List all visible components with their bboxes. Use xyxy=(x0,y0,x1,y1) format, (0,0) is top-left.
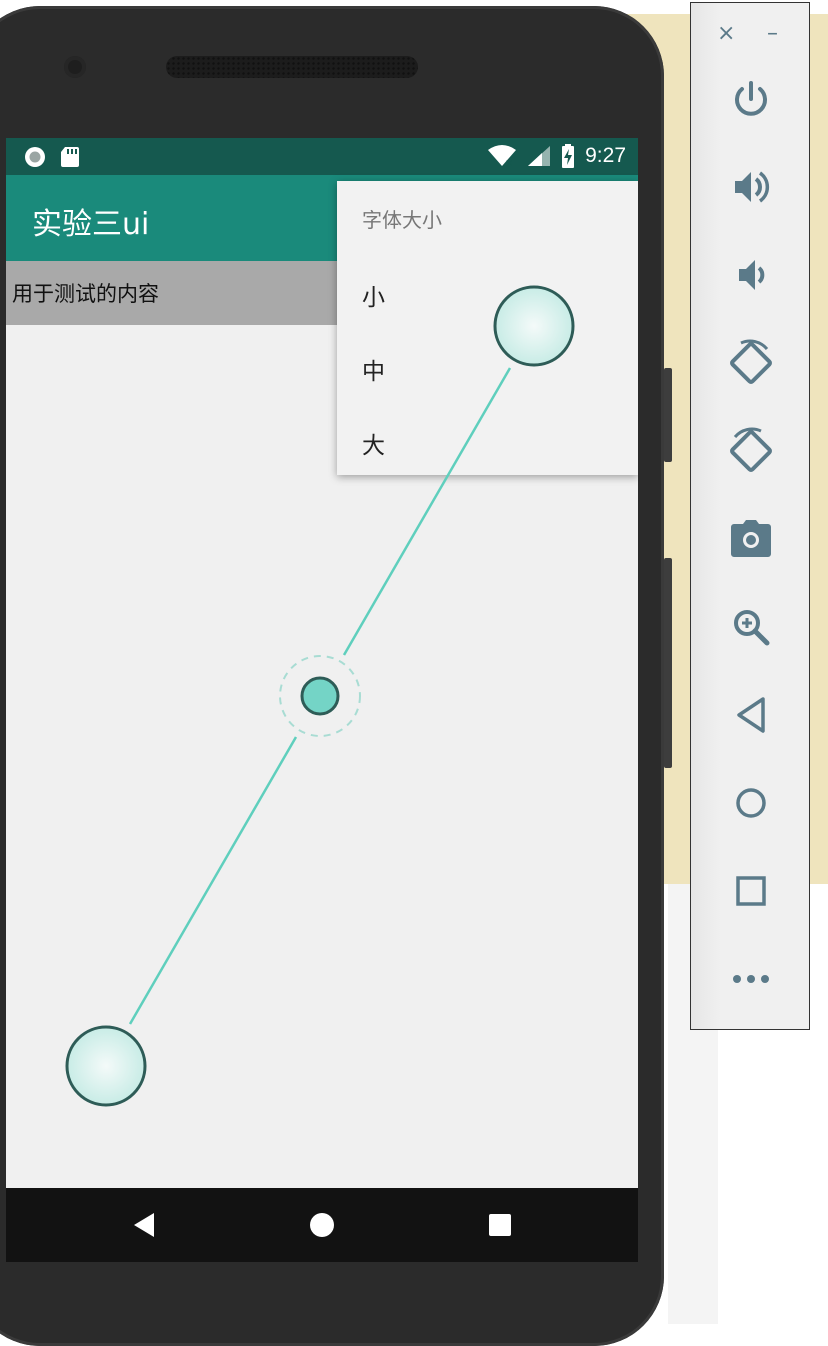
power-button[interactable] xyxy=(719,67,783,131)
power-icon xyxy=(735,81,767,116)
test-content-text: 用于测试的内容 xyxy=(12,282,159,306)
rotate-right-button[interactable] xyxy=(719,419,783,483)
svg-text:×: × xyxy=(505,158,513,167)
more-icon xyxy=(733,975,769,983)
status-bar: × 9:27 xyxy=(6,138,638,175)
back-icon xyxy=(737,697,765,733)
volume-side-button[interactable] xyxy=(664,558,672,768)
volume-down-button[interactable] xyxy=(719,243,783,307)
battery-charging-icon xyxy=(562,144,575,168)
menu-title: 字体大小 xyxy=(362,208,442,232)
toolbar-overview-button[interactable] xyxy=(719,859,783,923)
device-screen[interactable]: × 9:27 实验三ui 用于测试的内容 字体大小 小 中 大 xyxy=(6,138,638,1262)
volume-down-icon xyxy=(739,260,765,290)
minimize-icon[interactable]: – xyxy=(767,21,778,46)
sd-card-icon xyxy=(61,147,79,167)
home-icon xyxy=(736,788,766,818)
power-side-button[interactable] xyxy=(664,368,672,462)
zoom-button[interactable] xyxy=(719,595,783,659)
home-icon xyxy=(310,1213,334,1237)
signal-icon xyxy=(528,146,551,166)
app-title: 实验三ui xyxy=(32,207,150,242)
font-size-context-menu: 字体大小 小 中 大 xyxy=(337,181,638,475)
nav-back-button[interactable] xyxy=(104,1188,184,1262)
camera-icon xyxy=(731,520,771,557)
close-icon[interactable]: × xyxy=(717,21,735,46)
nav-recents-button[interactable] xyxy=(460,1188,540,1262)
overview-icon xyxy=(736,876,766,906)
navigation-bar xyxy=(6,1188,638,1262)
status-time: 9:27 xyxy=(585,144,626,167)
circle-notification-icon xyxy=(25,147,45,167)
zoom-icon xyxy=(734,610,770,646)
nav-home-button[interactable] xyxy=(282,1188,362,1262)
wifi-icon: × xyxy=(488,145,517,167)
screenshot-button[interactable] xyxy=(719,507,783,571)
toolbar-back-button[interactable] xyxy=(719,683,783,747)
more-button[interactable] xyxy=(719,947,783,1011)
rotate-left-icon xyxy=(730,339,772,384)
volume-up-button[interactable] xyxy=(719,155,783,219)
menu-item-small[interactable]: 小 xyxy=(362,278,385,312)
front-camera xyxy=(64,56,86,78)
toolbar-home-button[interactable] xyxy=(719,771,783,835)
rotate-left-button[interactable] xyxy=(719,331,783,395)
earpiece-speaker xyxy=(166,56,418,78)
rotate-right-icon xyxy=(730,427,772,472)
menu-item-medium[interactable]: 中 xyxy=(362,352,385,386)
menu-item-large[interactable]: 大 xyxy=(362,426,385,460)
back-icon xyxy=(134,1213,154,1237)
recents-icon xyxy=(489,1214,511,1236)
toolbar-shade xyxy=(691,3,721,1029)
volume-up-icon xyxy=(735,171,770,203)
emulator-toolbar: × – xyxy=(690,2,810,1030)
